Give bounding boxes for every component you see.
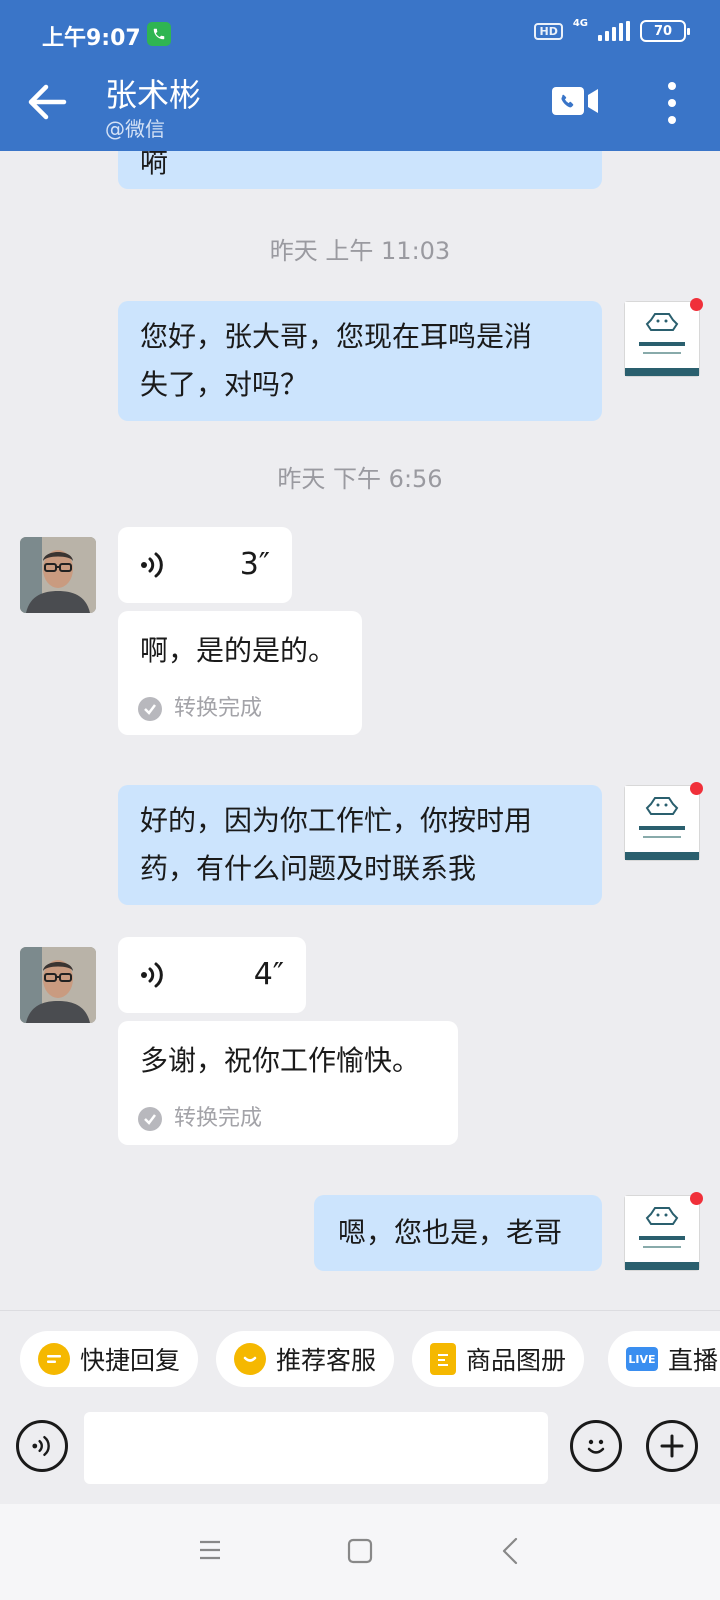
signal-icon [598, 21, 630, 41]
transcript-text: 多谢，祝你工作愉快。 [140, 1044, 421, 1077]
chip-label: 商品图册 [466, 1346, 567, 1375]
voice-wave-icon [32, 1436, 50, 1456]
live-icon: LIVE [626, 1347, 658, 1371]
voice-message[interactable]: 3″ [118, 527, 292, 603]
message-line: 好的，因为你工作忙，你按时用 [140, 804, 533, 837]
chat-area[interactable]: 嗬 昨天 上午 11:03 您好，张大哥，您现在耳鸣是消 失了，对吗？ 昨天 下… [0, 151, 720, 1310]
timestamp: 昨天 上午 11:03 [269, 237, 451, 265]
status-time: 上午9:07 [42, 26, 141, 51]
input-bar [0, 1402, 720, 1504]
back-arrow-icon[interactable] [24, 82, 70, 122]
status-indicators: HD 4G 70 [534, 17, 690, 42]
message-line: 嗯，您也是，老哥 [338, 1216, 563, 1249]
message-bubble-outgoing[interactable]: 好的，因为你工作忙，你按时用 药，有什么问题及时联系我 [118, 785, 602, 905]
message-bubble-outgoing[interactable]: 嗬 [118, 151, 602, 189]
my-avatar[interactable] [624, 1192, 703, 1271]
emoji-icon [587, 1439, 605, 1454]
call-video-button[interactable] [552, 86, 598, 116]
voice-wave-icon [141, 962, 163, 988]
chat-header: 上午9:07 HD 4G 70 张术彬 @微信 [0, 0, 720, 151]
live-button[interactable]: LIVE 直播 [608, 1331, 720, 1387]
voice-wave-icon [141, 552, 163, 578]
message-line: 失了，对吗？ [140, 368, 309, 401]
more-attachments-button[interactable] [646, 1420, 698, 1472]
my-avatar[interactable] [624, 298, 703, 377]
voice-message[interactable]: 4″ [118, 937, 306, 1013]
battery-level: 70 [653, 23, 673, 39]
conversion-status: 转换完成 [138, 695, 262, 723]
home-icon[interactable] [347, 1538, 373, 1564]
message-bubble-outgoing[interactable]: 嗯，您也是，老哥 [314, 1195, 602, 1271]
recommend-service-button[interactable]: 推荐客服 [216, 1331, 395, 1387]
chip-label: 快捷回复 [80, 1346, 181, 1375]
transcript-text: 啊，是的是的。 [140, 634, 337, 667]
conversion-status: 转换完成 [138, 1105, 262, 1133]
check-circle-icon [138, 1107, 162, 1131]
message-line: 您好，张大哥，您现在耳鸣是消 [140, 320, 533, 353]
menu-icon[interactable] [198, 1538, 222, 1562]
back-icon[interactable] [500, 1536, 520, 1566]
catalog-icon [430, 1343, 456, 1375]
voice-duration: 3″ [239, 547, 270, 582]
conversion-status-text: 转换完成 [174, 696, 263, 721]
ongoing-call-icon [147, 22, 171, 46]
message-input[interactable] [84, 1412, 548, 1484]
voice-transcript[interactable]: 啊，是的是的。 转换完成 [118, 611, 362, 735]
system-nav-bar [0, 1504, 720, 1600]
more-options-icon[interactable] [662, 82, 682, 124]
check-circle-icon [138, 697, 162, 721]
network-type: 4G [572, 17, 588, 29]
emoji-button[interactable] [570, 1420, 622, 1472]
contact-name: 张术彬 [105, 76, 202, 114]
quick-reply-icon [38, 1343, 70, 1375]
hd-voice-icon: HD [534, 22, 563, 40]
plus-icon [660, 1434, 684, 1458]
contact-avatar[interactable] [20, 947, 96, 1023]
quick-action-bar: 快捷回复 推荐客服 商品图册 LIVE 直播 [0, 1310, 720, 1402]
chip-label: 推荐客服 [276, 1346, 377, 1375]
voice-duration: 4″ [253, 957, 284, 992]
my-avatar[interactable] [624, 782, 703, 861]
chip-label: 直播 [668, 1346, 719, 1375]
voice-transcript[interactable]: 多谢，祝你工作愉快。 转换完成 [118, 1021, 458, 1145]
timestamp: 昨天 下午 6:56 [277, 465, 443, 493]
chat-bubble-icon [234, 1343, 266, 1375]
message-line: 药，有什么问题及时联系我 [140, 852, 477, 885]
contact-avatar[interactable] [20, 537, 96, 613]
conversion-status-text: 转换完成 [174, 1106, 263, 1131]
message-text: 嗬 [140, 151, 169, 179]
voice-input-button[interactable] [16, 1420, 68, 1472]
contact-source: @微信 [105, 117, 165, 141]
product-catalog-button[interactable]: 商品图册 [412, 1331, 585, 1387]
message-bubble-outgoing[interactable]: 您好，张大哥，您现在耳鸣是消 失了，对吗？ [118, 301, 602, 421]
quick-reply-button[interactable]: 快捷回复 [20, 1331, 199, 1387]
battery-icon: 70 [640, 20, 690, 42]
